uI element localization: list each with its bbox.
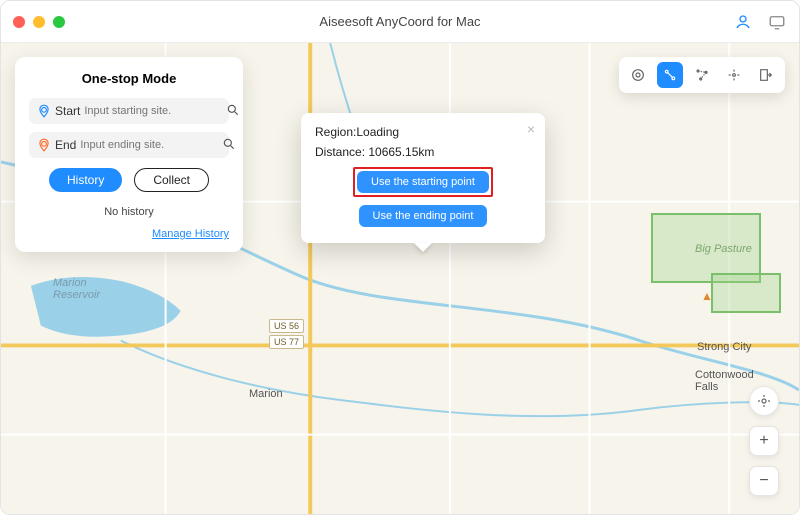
manage-history-link[interactable]: Manage History (152, 228, 229, 240)
location-popup: × Region:Loading Distance: 10665.15km Us… (301, 113, 545, 243)
map-mode-toolbar (619, 57, 785, 93)
popup-close-icon[interactable]: × (527, 121, 535, 137)
region-line: Region:Loading (315, 125, 531, 139)
no-history-text: No history (29, 206, 229, 218)
use-starting-point-button[interactable]: Use the starting point (357, 171, 489, 193)
end-row: End (29, 132, 229, 158)
recenter-button[interactable] (749, 386, 779, 416)
end-label: End (55, 138, 76, 152)
zoom-in-button[interactable]: + (749, 426, 779, 456)
window-controls (13, 16, 65, 28)
zoom-controls: + − (749, 386, 779, 496)
road-label-us77: US 77 (269, 335, 304, 349)
start-pin-icon (37, 103, 51, 119)
end-pin-icon (37, 137, 51, 153)
one-stop-mode-button[interactable] (657, 62, 683, 88)
titlebar: Aiseesoft AnyCoord for Mac (1, 1, 799, 43)
city-strong-city: Strong City (697, 341, 751, 353)
city-marion: Marion (249, 388, 283, 400)
distance-line: Distance: 10665.15km (315, 145, 531, 159)
joystick-mode-button[interactable] (721, 62, 747, 88)
start-input[interactable] (84, 105, 226, 117)
road-label-us56: US 56 (269, 319, 304, 333)
one-stop-panel: One-stop Mode Start End (15, 57, 243, 252)
label-marion-reservoir: Marion Reservoir (53, 277, 100, 301)
map-canvas[interactable]: US 56 US 77 Marion Marion Reservoir Stro… (1, 43, 799, 514)
start-label: Start (55, 104, 80, 118)
close-window-icon[interactable] (13, 16, 25, 28)
city-cottonwood-falls: Cottonwood Falls (695, 369, 754, 393)
popup-arrow-icon (414, 243, 432, 252)
start-row: Start (29, 98, 229, 124)
multi-stop-mode-button[interactable] (689, 62, 715, 88)
start-search-icon[interactable] (226, 103, 240, 119)
export-button[interactable] (753, 62, 779, 88)
collect-button[interactable]: Collect (134, 168, 209, 192)
fullscreen-window-icon[interactable] (53, 16, 65, 28)
use-ending-point-button[interactable]: Use the ending point (359, 205, 488, 227)
warning-icon: ▲ (701, 289, 713, 303)
screen-icon[interactable] (767, 12, 787, 32)
locate-mode-button[interactable] (625, 62, 651, 88)
panel-title: One-stop Mode (29, 71, 229, 86)
end-input[interactable] (80, 139, 222, 151)
start-point-highlight: Use the starting point (353, 167, 493, 197)
end-search-icon[interactable] (222, 137, 236, 153)
history-button[interactable]: History (49, 168, 122, 192)
zoom-out-button[interactable]: − (749, 466, 779, 496)
app-title: Aiseesoft AnyCoord for Mac (1, 14, 799, 29)
minimize-window-icon[interactable] (33, 16, 45, 28)
account-icon[interactable] (733, 12, 753, 32)
